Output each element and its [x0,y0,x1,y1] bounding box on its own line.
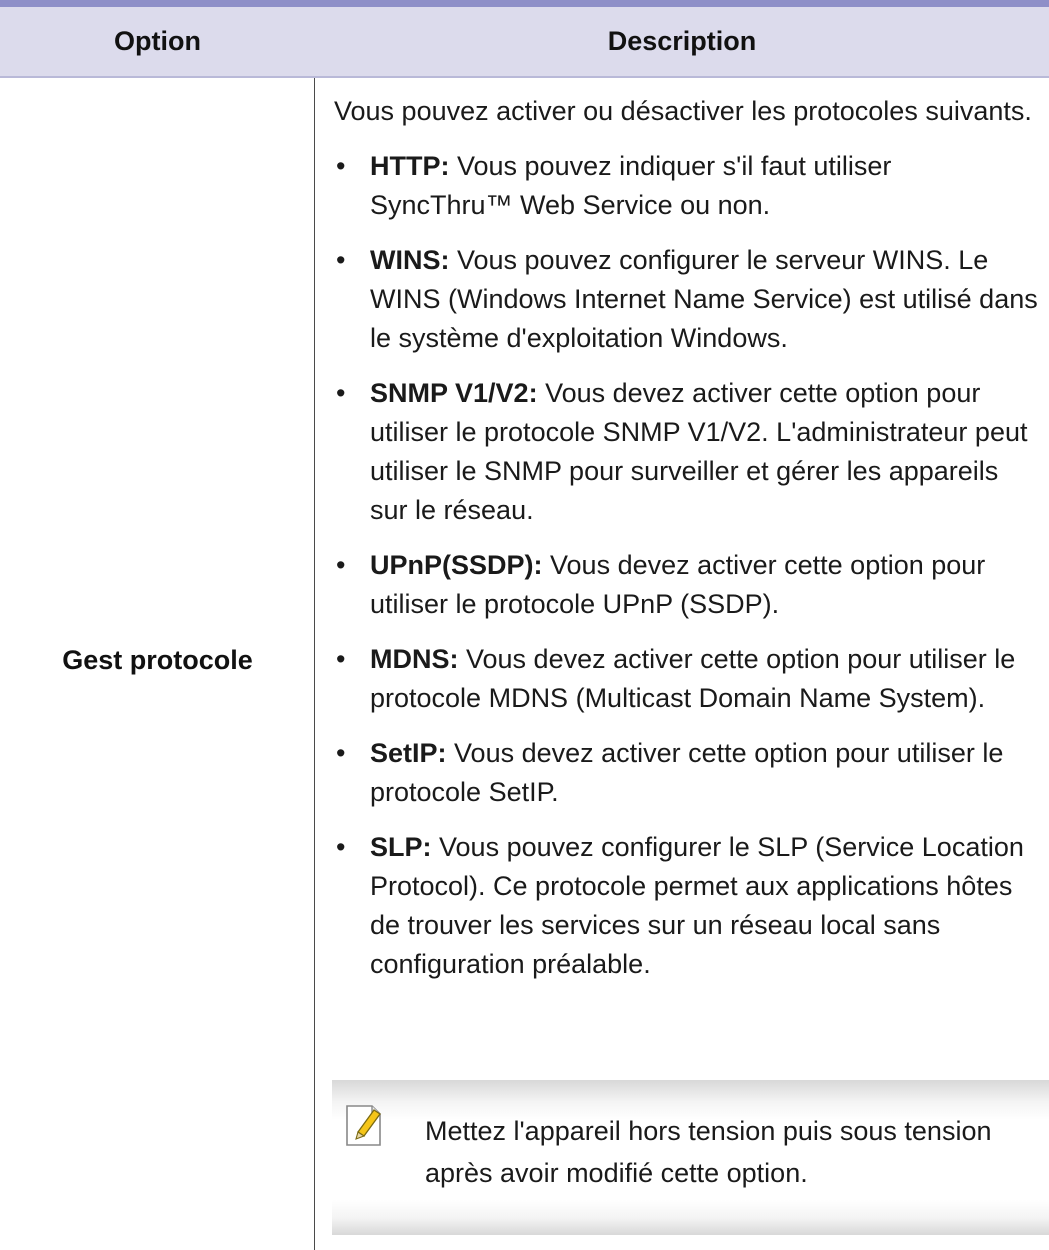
note-box: Mettez l'appareil hors tension puis sous… [332,1080,1049,1235]
protocol-description: Vous pouvez configurer le SLP (Service L… [370,832,1024,979]
bullet-icon: • [336,644,346,674]
table-header-row: Option Description [0,7,1049,76]
header-top-rule [0,0,1049,7]
protocol-term: SLP: [370,832,432,862]
list-item-http: • HTTP: Vous pouvez indiquer s'il faut ut… [334,147,1039,225]
list-item-mdns: • MDNS: Vous devez activer cette option p… [334,640,1039,718]
protocol-description: Vous devez activer cette option pour uti… [370,738,1004,807]
protocol-description: Vous pouvez indiquer s'il faut utiliser … [370,151,892,220]
protocol-term: UPnP(SSDP): [370,550,543,580]
protocol-description: Vous pouvez configurer le serveur WINS. … [370,245,1038,353]
description-cell: Vous pouvez activer ou désactiver les pr… [334,92,1039,1000]
list-item-upnp: • UPnP(SSDP): Vous devez activer cette op… [334,546,1039,624]
bullet-icon: • [336,550,346,580]
protocol-term: HTTP: [370,151,450,181]
column-header-option: Option [114,26,201,56]
header-bottom-rule [0,76,1049,78]
note-text: Mettez l'appareil hors tension puis sous… [425,1116,992,1188]
protocol-list: • HTTP: Vous pouvez indiquer s'il faut ut… [334,147,1039,984]
list-item-setip: • SetIP: Vous devez activer cette option … [334,734,1039,812]
note-pencil-icon [346,1105,381,1146]
bullet-icon: • [336,738,346,768]
document-page: Option Description Gest protocole Vous p… [0,0,1049,1250]
protocol-term: SNMP V1/V2: [370,378,538,408]
protocol-term: SetIP: [370,738,447,768]
bullet-icon: • [336,245,346,275]
bullet-icon: • [336,832,346,862]
protocol-description: Vous devez activer cette option pour uti… [370,644,1016,713]
bullet-icon: • [336,151,346,181]
list-item-slp: • SLP: Vous pouvez configurer le SLP (Ser… [334,828,1039,984]
list-item-snmp: • SNMP V1/V2: Vous devez activer cette op… [334,374,1039,530]
description-intro: Vous pouvez activer ou désactiver les pr… [334,96,1032,126]
list-item-wins: • WINS: Vous pouvez configurer le serveur… [334,241,1039,358]
bullet-icon: • [336,378,346,408]
protocol-term: WINS: [370,245,450,275]
option-name-cell: Gest protocole [62,645,253,675]
protocol-term: MDNS: [370,644,459,674]
column-header-description: Description [607,26,757,56]
